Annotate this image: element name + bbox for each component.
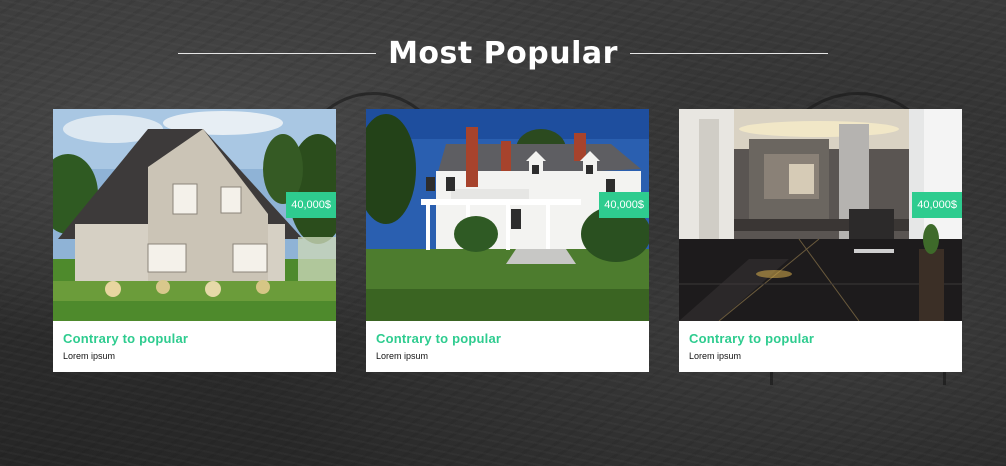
price-badge: 40,000$ [286, 192, 336, 218]
suburban-house-photo[interactable]: 40,000$ [53, 109, 336, 321]
listing-card[interactable]: 40,000$ Contrary to popular Lorem ipsum [53, 109, 336, 372]
listing-title[interactable]: Contrary to popular [689, 331, 814, 346]
listing-card[interactable]: 40,000$ Contrary to popular Lorem ipsum [366, 109, 649, 372]
price-badge: 40,000$ [599, 192, 649, 218]
listing-subtitle: Lorem ipsum [689, 351, 742, 361]
listing-title[interactable]: Contrary to popular [376, 331, 501, 346]
section-title: Most Popular [388, 35, 618, 71]
listing-title[interactable]: Contrary to popular [63, 331, 188, 346]
heading-divider-right [629, 52, 828, 54]
colonial-house-photo[interactable]: 40,000$ [366, 109, 649, 321]
listing-card[interactable]: 40,000$ Contrary to popular Lorem ipsum [679, 109, 962, 372]
price-badge: 40,000$ [912, 192, 962, 218]
heading-divider-left [178, 52, 377, 54]
section-header: Most Popular [0, 30, 1006, 76]
listing-subtitle: Lorem ipsum [63, 351, 116, 361]
listing-subtitle: Lorem ipsum [376, 351, 429, 361]
modern-interior-photo[interactable]: 40,000$ [679, 109, 962, 321]
